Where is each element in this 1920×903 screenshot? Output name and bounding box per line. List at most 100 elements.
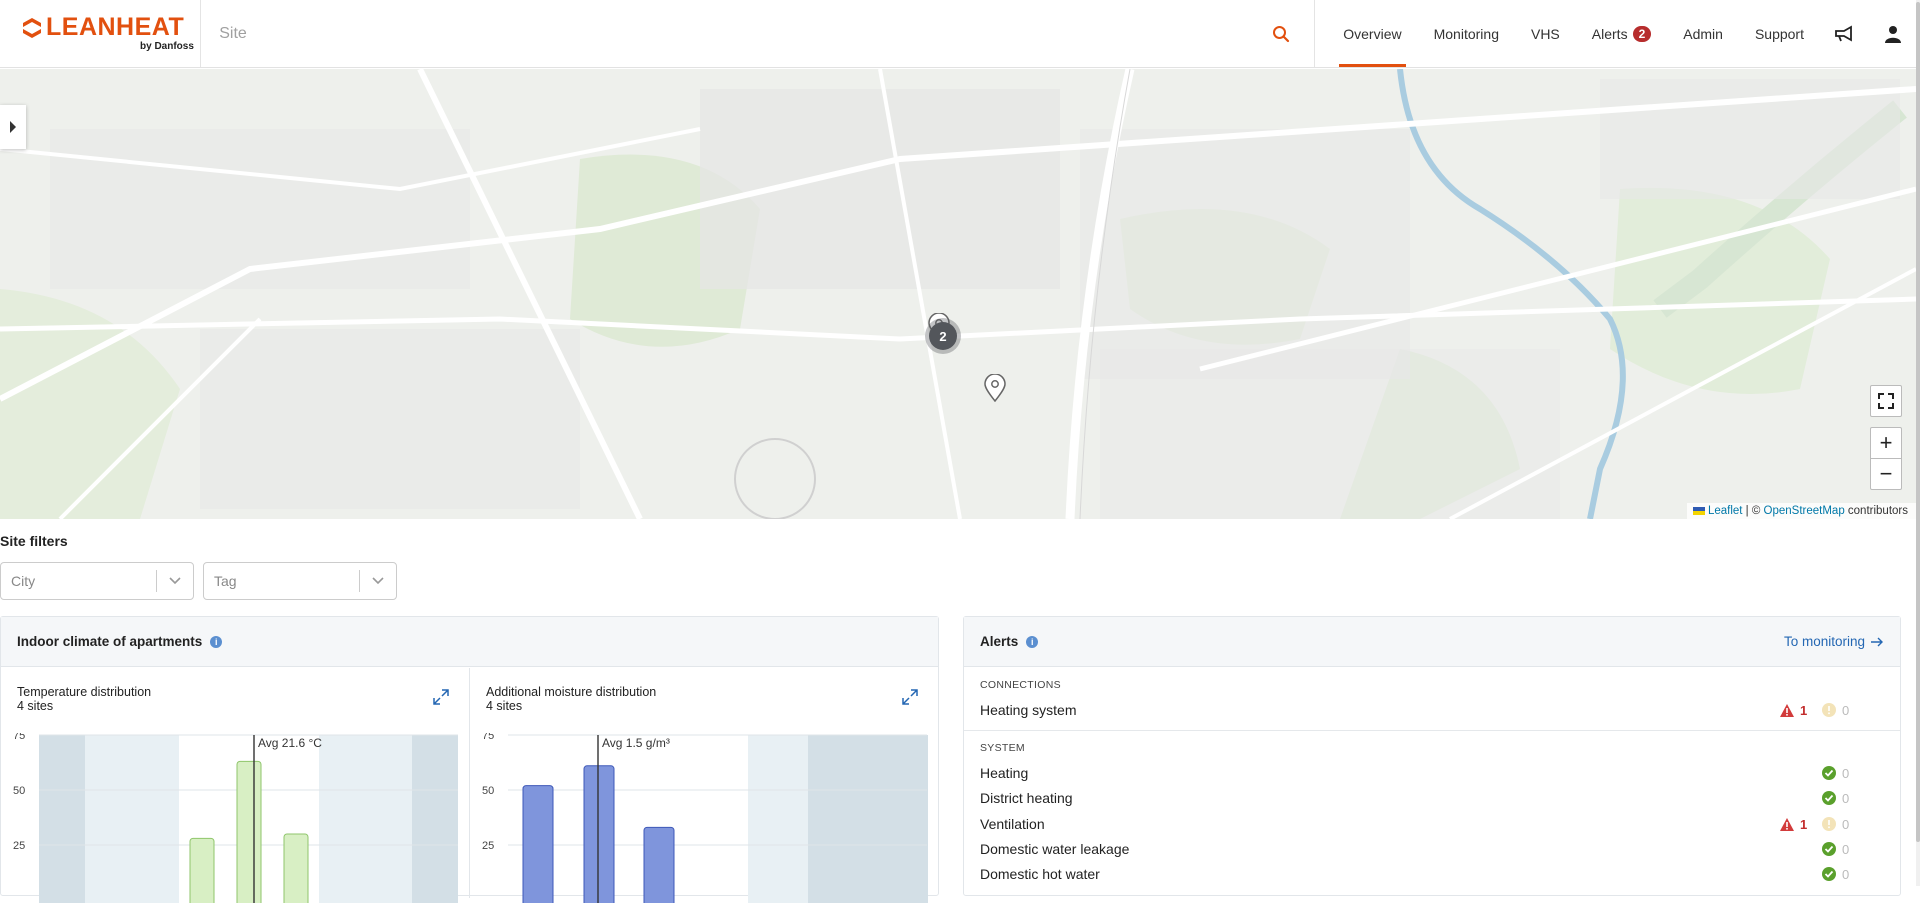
chart-bar[interactable] [583,765,615,903]
alerts-title: Alerts [980,634,1019,649]
to-monitoring-link[interactable]: To monitoring [1784,634,1884,649]
y-tick-label: 25 [13,840,25,852]
nav-monitoring[interactable]: Monitoring [1418,0,1515,67]
temperature-avg-label: Avg 21.6 °C [258,736,322,750]
warning-circle-icon [1822,703,1836,717]
alert-row-district-heating[interactable]: District heating 0 [980,787,1864,809]
ok-count: 0 [1822,791,1864,806]
nav-monitoring-label: Monitoring [1433,25,1499,42]
warning-count: 0 [1822,817,1864,832]
tag-select[interactable]: Tag [203,562,397,600]
alerts-panel: Alerts i To monitoring CONNECTIONS Heati… [963,616,1901,896]
info-icon[interactable]: i [1026,635,1039,648]
alert-row-heating-system[interactable]: Heating system 1 0 [980,699,1864,721]
warning-triangle-icon [1780,817,1794,831]
map-sidebar-toggle[interactable] [0,105,26,149]
moisture-chart-title-block: Additional moisture distribution 4 sites [486,685,656,713]
y-tick-label: 25 [482,840,494,852]
error-count-value: 1 [1800,702,1808,718]
nav-alerts-label: Alerts [1591,25,1628,42]
check-circle-icon [1822,842,1836,856]
map-attribution: Leaflet | © OpenStreetMap contributors [1686,503,1916,519]
indoor-climate-header: Indoor climate of apartments i [1,617,938,667]
error-count-value: 1 [1800,816,1808,832]
system-label: SYSTEM [980,742,1025,754]
chart-bar[interactable] [283,833,309,903]
search-icon[interactable] [1272,25,1290,43]
temperature-chart-title: Temperature distribution [17,685,152,699]
chart-bar[interactable] [189,837,215,903]
attribution-tail: contributors [1844,505,1908,517]
alert-name: Heating system [980,702,1077,718]
ok-count: 0 [1822,867,1864,882]
temperature-chart: Temperature distribution 4 sites 75 50 25 … [1,668,470,903]
nav-admin-label: Admin [1683,25,1723,42]
indoor-climate-title: Indoor climate of apartments [17,634,203,649]
site-filters-title: Site filters [0,533,68,549]
announcements-button[interactable] [1820,0,1870,67]
ok-count: 0 [1822,842,1864,857]
info-icon[interactable]: i [210,635,223,648]
warning-count: 0 [1822,703,1864,718]
site-cluster-marker[interactable]: 2 [929,322,957,350]
temperature-chart-plot: 75 50 25 Avg 21.6 °C [13,733,458,903]
fullscreen-icon [1878,393,1894,409]
chart-bar[interactable] [236,760,262,903]
check-circle-icon [1822,867,1836,881]
chevron-right-icon [10,121,16,133]
chevron-down-icon[interactable] [360,577,396,585]
site-marker[interactable] [984,374,1006,402]
map-tiles [0,69,1916,519]
moisture-avg-label: Avg 1.5 g/m³ [602,736,670,750]
logo-subtitle: by Danfoss [140,41,194,52]
chevron-down-icon[interactable] [157,577,193,585]
check-circle-icon [1822,766,1836,780]
zoom-out-button[interactable]: − [1870,458,1902,490]
y-tick-label: 50 [13,785,25,797]
alert-name: Domestic hot water [980,866,1100,882]
alert-row-heating[interactable]: Heating 0 [980,762,1864,784]
chart-bar[interactable] [643,826,675,903]
warning-circle-icon [1822,817,1836,831]
fullscreen-button[interactable] [1870,385,1902,417]
indoor-climate-panel: Indoor climate of apartments i Temperatu… [0,616,939,903]
moisture-chart: Additional moisture distribution 4 sites… [470,668,939,903]
nav-support[interactable]: Support [1739,0,1820,67]
osm-link[interactable]: OpenStreetMap [1764,505,1845,517]
city-select[interactable]: City [0,562,194,600]
nav-admin[interactable]: Admin [1667,0,1739,67]
logo-text: LEANHEAT [46,13,185,41]
alert-row-domestic-hot-water[interactable]: Domestic hot water 0 [980,863,1864,885]
expand-icon[interactable] [432,688,450,706]
ok-count-value: 0 [1842,866,1850,882]
warning-triangle-icon [1780,703,1794,717]
temperature-chart-subtitle: 4 sites [17,699,54,713]
ok-count-value: 0 [1842,841,1850,857]
y-tick-label: 50 [482,785,494,797]
leaflet-link[interactable]: Leaflet [1708,505,1743,517]
moisture-chart-title: Additional moisture distribution [486,685,657,699]
nav-vhs[interactable]: VHS [1515,0,1576,67]
site-map[interactable]: 2 + − Leaflet | © OpenStreetMap contribu… [0,69,1916,519]
user-menu-button[interactable] [1870,0,1916,67]
logo[interactable]: LEANHEAT by Danfoss [0,0,202,67]
chart-bar[interactable] [522,785,554,903]
nav-support-label: Support [1754,25,1804,42]
alerts-header: Alerts i To monitoring [964,617,1900,667]
expand-icon[interactable] [901,688,919,706]
moisture-chart-plot: 75 50 25 Avg 1.5 g/m³ [482,733,928,903]
nav-overview[interactable]: Overview [1327,0,1417,67]
moisture-chart-subtitle: 4 sites [486,699,523,713]
y-tick-label: 75 [482,733,494,742]
ukraine-flag-icon [1692,506,1705,515]
nav-alerts[interactable]: Alerts 2 [1576,0,1667,67]
site-search-input[interactable] [219,24,1120,43]
zoom-in-button[interactable]: + [1870,427,1902,459]
warning-count-value: 0 [1842,816,1850,832]
alert-row-domestic-water-leakage[interactable]: Domestic water leakage 0 [980,838,1864,860]
page-scrollbar-thumb[interactable] [1916,2,1920,842]
alert-row-ventilation[interactable]: Ventilation 1 0 [980,813,1864,835]
ok-count-value: 0 [1842,790,1850,806]
section-divider [964,730,1900,731]
tag-select-placeholder: Tag [214,573,237,589]
